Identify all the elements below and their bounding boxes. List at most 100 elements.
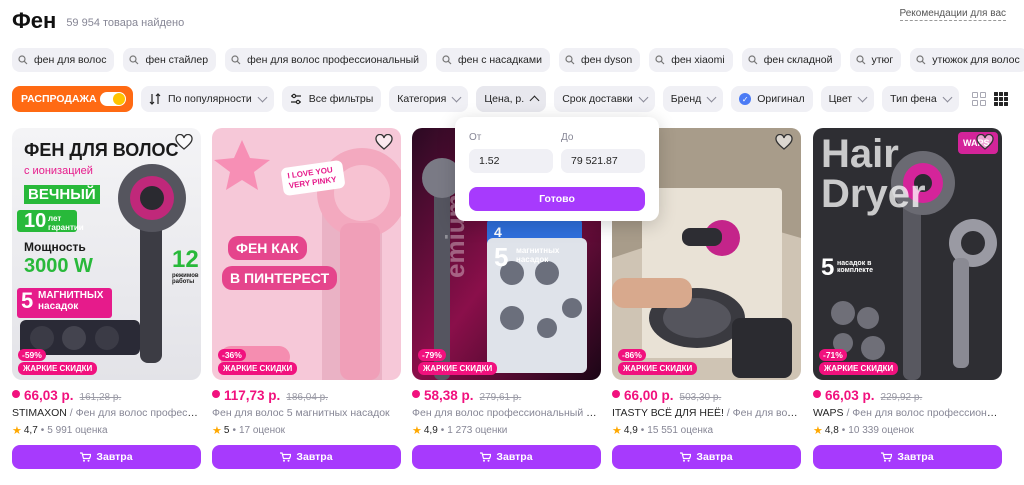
add-to-cart-button[interactable]: Завтра: [612, 445, 801, 469]
price-row: 66,03 р. 161,28 р.: [12, 388, 201, 403]
brand-name: ITASTY ВСЁ ДЛЯ НЕЁ!: [612, 407, 724, 419]
suggestion-chip[interactable]: фен dyson: [558, 48, 641, 72]
price-to-label: До: [561, 132, 574, 143]
suggestion-chip[interactable]: фен стайлер: [123, 48, 217, 72]
sort-dropdown[interactable]: По популярности: [141, 86, 274, 112]
price-filter-popup: От До 1.52 79 521.87 Готово: [455, 117, 659, 221]
delivery-label: Срок доставки: [562, 93, 633, 105]
product-card[interactable]: ФЕН ДЛЯ ВОЛОС с ионизацией ВЕЧНЫЙ 10 лет…: [12, 128, 201, 469]
suggestion-label: фен стайлер: [145, 54, 209, 66]
add-to-cart-button[interactable]: Завтра: [412, 445, 601, 469]
delivery-dropdown[interactable]: Срок доставки: [554, 86, 655, 112]
image-text: 5: [821, 254, 835, 281]
color-label: Цвет: [828, 93, 853, 105]
dryer-type-dropdown[interactable]: Тип фена: [882, 86, 959, 112]
suggestion-chip[interactable]: утюжок для волос: [910, 48, 1024, 72]
search-icon: [18, 55, 28, 65]
rating-value: 5: [223, 425, 230, 436]
add-to-cart-button[interactable]: Завтра: [212, 445, 401, 469]
price-label: Цена, р.: [484, 93, 525, 105]
review-count: 15 551 оценка: [647, 425, 714, 436]
grid-large-icon[interactable]: [972, 92, 986, 106]
search-icon: [655, 55, 665, 65]
suggestion-label: фен с насадками: [458, 54, 542, 66]
image-text: В ПИНТЕРЕСТ: [222, 266, 338, 290]
cart-icon: [480, 452, 492, 462]
sale-switch[interactable]: [100, 92, 126, 106]
price-to-input[interactable]: 79 521.87: [561, 149, 645, 173]
sale-toggle-button[interactable]: РАСПРОДАЖА: [12, 86, 133, 112]
heart-icon[interactable]: [375, 134, 393, 150]
suggestion-chip[interactable]: фен складной: [741, 48, 841, 72]
old-price: 161,28 р.: [79, 392, 122, 403]
image-text: ВЕЧНЫЙ: [24, 185, 100, 204]
rating: ★ 4,7 • 5 991 оценка: [12, 425, 108, 437]
discount-badge: -71%: [819, 349, 847, 361]
suggestion-chip[interactable]: фен xiaomi: [649, 48, 733, 72]
all-filters-label: Все фильтры: [308, 93, 374, 105]
color-dropdown[interactable]: Цвет: [820, 86, 875, 112]
all-filters-button[interactable]: Все фильтры: [281, 86, 382, 112]
image-headline: Hair: [821, 132, 899, 176]
product-desc: Фен для волос профессиональный с на...: [412, 407, 601, 419]
star-icon: ★: [412, 425, 422, 437]
search-icon: [442, 55, 452, 65]
chevron-down-icon: [706, 92, 717, 102]
hot-sale-badge: ЖАРКИЕ СКИДКИ: [418, 362, 498, 375]
product-card[interactable]: Hair Dryer 5 насадок в комплекте WAPS -7…: [813, 128, 1002, 469]
hot-sale-badge: ЖАРКИЕ СКИДКИ: [819, 362, 899, 375]
price-dot-icon: [813, 390, 821, 398]
check-icon: ✓: [739, 93, 752, 105]
rating-value: 4,9: [423, 425, 438, 436]
add-to-cart-button[interactable]: Завтра: [12, 445, 201, 469]
page-header: Фен 59 954 товара найдено: [12, 8, 1006, 34]
cart-icon: [80, 452, 92, 462]
product-image[interactable]: ФЕН ДЛЯ ВОЛОС с ионизацией ВЕЧНЫЙ 10 лет…: [12, 128, 201, 380]
page-title: Фен: [12, 8, 57, 33]
product-card[interactable]: I LOVE YOU VERY PINKY ФЕН КАК В ПИНТЕРЕС…: [212, 128, 401, 469]
cart-icon: [680, 452, 692, 462]
product-desc: Фен для волос профессиональны...: [852, 407, 1002, 419]
category-dropdown[interactable]: Категория: [389, 86, 469, 112]
price-dot-icon: [212, 390, 220, 398]
product-title[interactable]: Фен для волос профессиональный с на...: [412, 407, 601, 419]
price-from-input[interactable]: 1.52: [469, 149, 553, 173]
filter-bar: РАСПРОДАЖА По популярности Все фильтры К…: [12, 86, 959, 112]
apply-price-button[interactable]: Готово: [469, 187, 645, 211]
product-title[interactable]: ITASTY ВСЁ ДЛЯ НЕЁ! / Фен для волос п...: [612, 407, 801, 419]
price-from-label: От: [469, 132, 482, 143]
price-dot-icon: [12, 390, 20, 398]
image-text: Dryer: [821, 172, 926, 216]
search-icon: [916, 55, 926, 65]
suggestion-label: утюжок для волос: [932, 54, 1020, 66]
results-count: 59 954 товара найдено: [66, 17, 185, 29]
heart-icon[interactable]: [175, 134, 193, 150]
suggestion-chip[interactable]: утюг: [849, 48, 902, 72]
product-title[interactable]: Фен для волос 5 магнитных насадок: [212, 407, 401, 419]
add-to-cart-button[interactable]: Завтра: [813, 445, 1002, 469]
heart-icon[interactable]: [775, 134, 793, 150]
grid-small-icon[interactable]: [994, 92, 1008, 106]
suggestion-chip[interactable]: фен с насадками: [436, 48, 550, 72]
sale-label: РАСПРОДАЖА: [21, 93, 97, 105]
product-image[interactable]: Hair Dryer 5 насадок в комплекте WAPS -7…: [813, 128, 1002, 380]
category-label: Категория: [397, 93, 447, 105]
rating: ★ 4,9 • 1 273 оценки: [412, 425, 508, 437]
brand-dropdown[interactable]: Бренд: [662, 86, 724, 112]
recommendations-link[interactable]: Рекомендации для вас: [899, 8, 1006, 21]
image-text: МАГНИТНЫХ насадок: [38, 290, 104, 312]
suggestion-chip[interactable]: фен для волос профессиональный: [225, 48, 427, 72]
search-icon: [748, 55, 758, 65]
product-title[interactable]: WAPS / Фен для волос профессиональны...: [813, 407, 1002, 419]
review-count: 17 оценок: [238, 425, 286, 436]
heart-icon[interactable]: [976, 134, 994, 150]
original-toggle[interactable]: ✓ Оригинал: [731, 86, 813, 112]
suggestion-label: фен dyson: [580, 54, 633, 66]
suggestion-chip[interactable]: фен для волос: [12, 48, 115, 72]
image-text: 12: [172, 246, 199, 273]
price-dropdown[interactable]: Цена, р.: [476, 86, 547, 112]
chevron-down-icon: [257, 92, 268, 102]
product-title[interactable]: STIMAXON / Фен для волос профессио...: [12, 407, 201, 419]
image-text: магнитных насадок: [516, 246, 560, 264]
product-image[interactable]: I LOVE YOU VERY PINKY ФЕН КАК В ПИНТЕРЕС…: [212, 128, 401, 380]
